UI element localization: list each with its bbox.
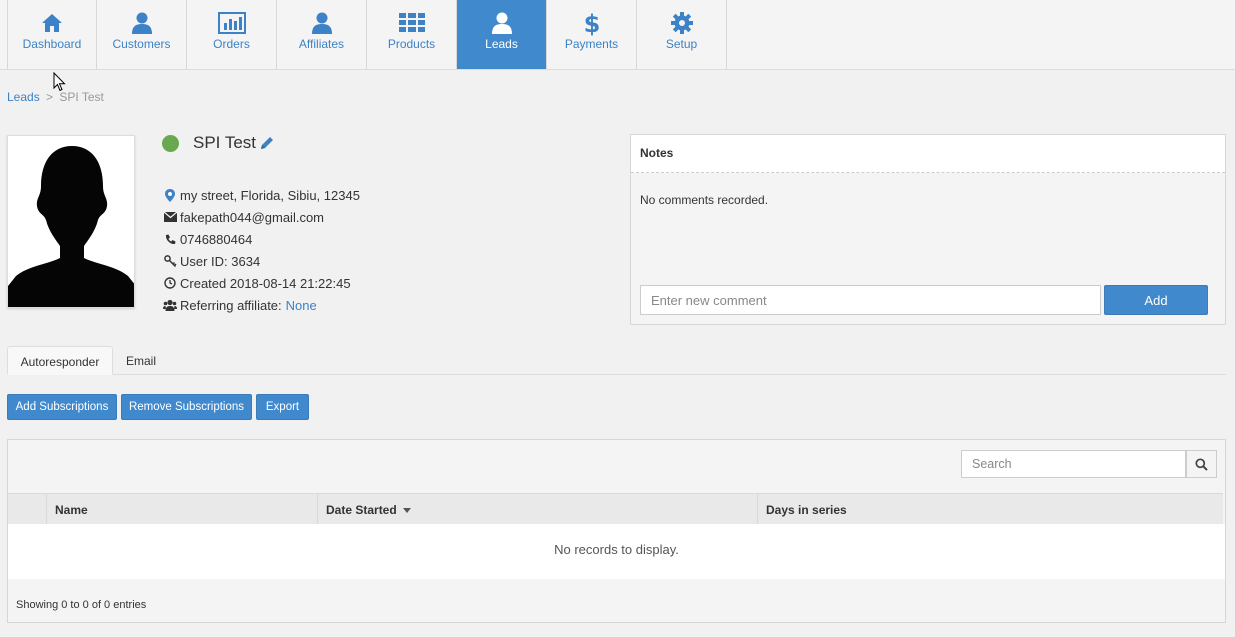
tab-autoresponder[interactable]: Autoresponder	[7, 346, 113, 375]
top-navigation: Dashboard Customers Orders Affiliates Pr…	[0, 0, 1235, 70]
user-id-text: User ID: 3634	[180, 253, 261, 269]
notes-panel: Notes No comments recorded. Add	[630, 134, 1226, 325]
notes-title: Notes	[631, 135, 1225, 173]
lead-name: SPI Test	[193, 133, 256, 152]
search-input[interactable]	[961, 450, 1186, 478]
table-info: Showing 0 to 0 of 0 entries	[16, 599, 147, 611]
tab-email[interactable]: Email	[126, 346, 156, 375]
add-comment-button[interactable]: Add	[1104, 285, 1208, 315]
search-icon	[1195, 457, 1208, 471]
pencil-edit-icon[interactable]	[259, 135, 275, 151]
nav-tab-orders[interactable]: Orders	[187, 0, 277, 69]
table-body: No records to display.	[8, 524, 1225, 579]
notes-empty-text: No comments recorded.	[640, 193, 769, 207]
nav-tab-label: Products	[387, 37, 436, 51]
svg-text:$: $	[584, 10, 600, 36]
users-icon	[163, 298, 177, 312]
bar-chart-icon	[217, 11, 246, 35]
breadcrumb-separator: >	[46, 90, 54, 104]
sort-desc-icon	[402, 508, 411, 514]
column-header-date-started[interactable]: Date Started	[317, 494, 757, 525]
breadcrumb-leads-link[interactable]: Leads	[7, 90, 40, 104]
phone-text: 0746880464	[180, 231, 253, 247]
silhouette-icon	[8, 136, 134, 307]
nav-tab-customers[interactable]: Customers	[97, 0, 187, 69]
nav-tab-label: Setup	[665, 37, 698, 51]
nav-tab-leads[interactable]: Leads	[457, 0, 547, 69]
address-text: my street, Florida, Sibiu, 12345	[180, 187, 360, 203]
breadcrumb: Leads > SPI Test	[7, 90, 104, 104]
nav-tab-label: Orders	[213, 37, 250, 51]
add-subscriptions-button[interactable]: Add Subscriptions	[7, 394, 117, 420]
tab-bar: Autoresponder Email	[7, 346, 1226, 375]
nav-tab-setup[interactable]: Setup	[637, 0, 727, 69]
address-row: my street, Florida, Sibiu, 12345	[163, 186, 360, 204]
nav-tab-label: Customers	[112, 37, 171, 51]
referring-affiliate-link[interactable]: None	[286, 298, 317, 313]
avatar	[7, 135, 135, 308]
created-row: Created 2018-08-14 21:22:45	[163, 274, 351, 292]
column-header-label: Date Started	[326, 503, 397, 517]
column-header-days-in-series[interactable]: Days in series	[757, 494, 1223, 525]
clock-icon	[163, 276, 177, 290]
search-button[interactable]	[1186, 450, 1217, 478]
referring-affiliate-label: Referring affiliate:	[180, 297, 282, 313]
email-text: fakepath044@gmail.com	[180, 209, 324, 225]
status-indicator	[162, 135, 179, 152]
nav-tab-affiliates[interactable]: Affiliates	[277, 0, 367, 69]
referring-affiliate-row: Referring affiliate: None	[163, 296, 317, 314]
phone-icon	[163, 232, 177, 246]
nav-tab-dashboard[interactable]: Dashboard	[7, 0, 97, 69]
key-icon	[163, 254, 177, 268]
user-id-row: User ID: 3634	[163, 252, 260, 270]
comment-input[interactable]	[640, 285, 1101, 315]
gear-icon	[668, 11, 696, 35]
envelope-icon	[163, 210, 177, 224]
nav-tab-label: Affiliates	[298, 37, 345, 51]
column-header-name[interactable]: Name	[46, 494, 317, 525]
nav-tab-label: Leads	[485, 37, 518, 51]
user-icon	[308, 11, 336, 35]
nav-tab-label: Payments	[564, 37, 619, 51]
export-button[interactable]: Export	[256, 394, 309, 420]
home-icon	[38, 11, 66, 35]
remove-subscriptions-button[interactable]: Remove Subscriptions	[121, 394, 252, 420]
user-icon	[128, 11, 156, 35]
email-row: fakepath044@gmail.com	[163, 208, 324, 226]
grid-icon	[398, 11, 426, 35]
mouse-cursor-icon	[53, 72, 66, 92]
map-marker-icon	[163, 188, 177, 202]
breadcrumb-current: SPI Test	[59, 90, 104, 104]
select-column-header	[8, 494, 46, 525]
created-text: Created 2018-08-14 21:22:45	[180, 275, 351, 291]
subscriptions-table-panel: Name Date Started Days in series No reco…	[7, 439, 1226, 623]
empty-table-message: No records to display.	[554, 542, 679, 557]
nav-tab-payments[interactable]: $ Payments	[547, 0, 637, 69]
user-icon	[488, 11, 516, 35]
table-header: Name Date Started Days in series	[8, 493, 1223, 525]
nav-tab-label: Dashboard	[22, 37, 82, 51]
phone-row: 0746880464	[163, 230, 252, 248]
dollar-icon: $	[578, 10, 606, 36]
nav-tab-products[interactable]: Products	[367, 0, 457, 69]
